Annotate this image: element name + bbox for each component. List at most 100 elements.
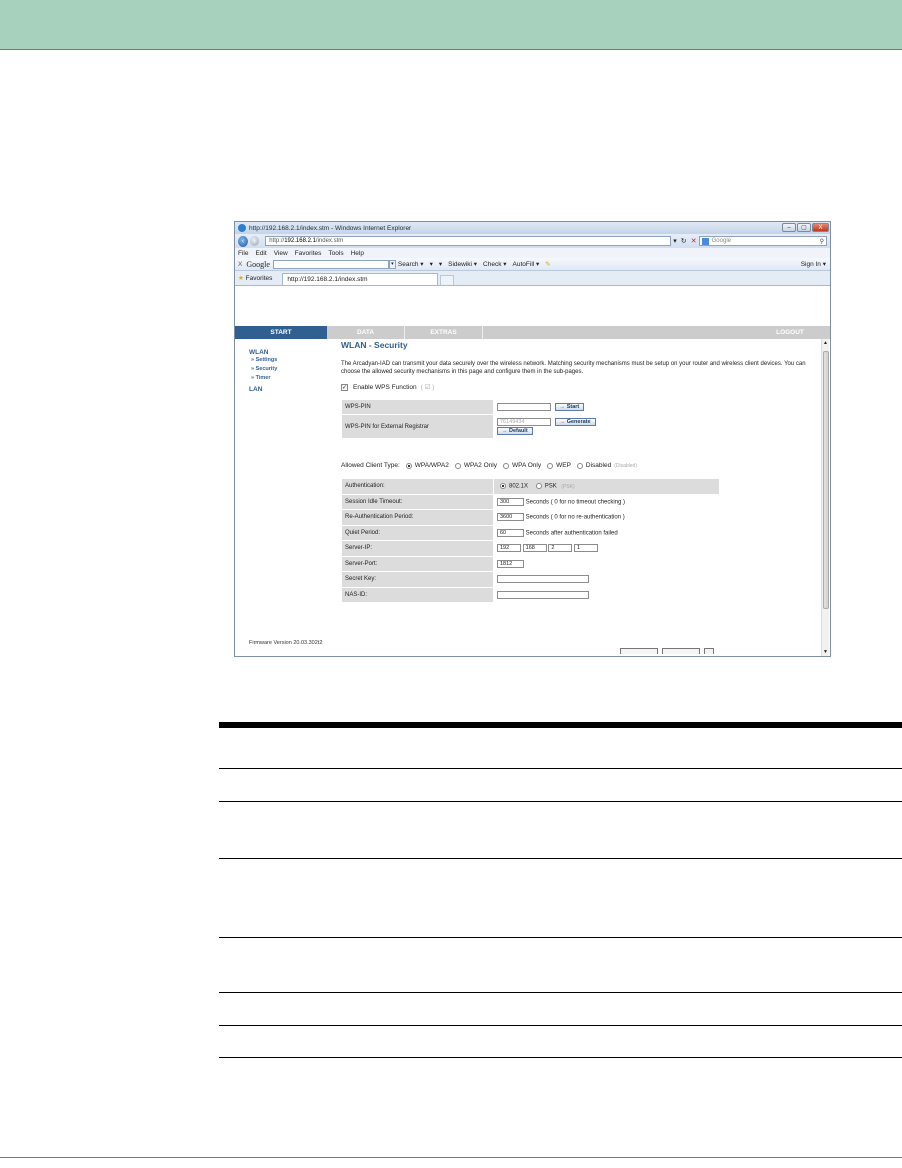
session-timeout-cell: 300 Seconds ( 0 for no timeout checking … [493,493,720,510]
wps-external-input[interactable]: 76149434 [497,418,551,426]
radio-wpa2-only[interactable] [454,462,461,469]
favorites-tab-bar: ★ Favorites http://192.168.2.1/index.stm [235,271,830,286]
table-row: Server-Port: 1812 [341,555,720,572]
browser-search-input[interactable]: Google ⚲ [698,236,827,246]
start-button[interactable]: → Start [554,403,585,411]
new-tab-button[interactable] [440,275,455,285]
magnifier-icon[interactable]: ⚲ [820,238,824,245]
address-path: /index.stm [315,238,344,244]
radio-psk[interactable] [535,482,542,489]
help-button[interactable] [704,648,714,654]
stop-icon[interactable]: ✕ [691,237,697,245]
toolbar-autofill-button[interactable]: AutoFill ▾ [513,260,540,268]
apply-button[interactable] [620,648,658,654]
browser-tab[interactable]: http://192.168.2.1/index.stm [282,273,439,285]
sign-in-button[interactable]: Sign In ▾ [801,260,826,268]
toolbar-button-3[interactable]: ▾ [439,260,442,268]
nav-data[interactable]: DATA [327,326,405,339]
toolbar-button-2[interactable]: ▾ [430,260,433,268]
window-title: http://192.168.2.1/index.stm - Windows I… [249,224,412,232]
reauth-period-input[interactable]: 3600 [497,513,524,522]
menu-view[interactable]: View [274,250,288,257]
firmware-version: Firmware Version 20.03.302t2 [249,640,323,646]
server-ip-octet-2[interactable]: 168 [522,544,547,553]
scroll-up-icon[interactable]: ▲ [823,340,828,346]
reauth-period-note: Seconds ( 0 for no re-authentication ) [525,514,625,521]
server-ip-octet-1[interactable]: 192 [497,544,521,553]
radio-wpa-wpa2[interactable] [405,462,412,469]
wps-enable-checkbox[interactable]: ✓ [341,383,348,391]
maximize-button[interactable]: ▢ [797,223,811,232]
default-button-label: Default [509,428,528,434]
menu-bar: File Edit View Favorites Tools Help [235,248,830,258]
cancel-button[interactable] [662,648,700,654]
default-button[interactable]: → Default [497,427,533,435]
wps-enable-row: ✓ Enable WPS Function ( ☑ ) [341,383,819,391]
option-wpa-wpa2: WPA/WPA2 [414,462,449,469]
google-toolbar: X Google ▾ Search ▾ ▾ ▾ Sidewiki ▾ Check… [235,258,830,271]
toolbar-close-icon[interactable]: X [238,261,242,268]
router-content: WLAN - Security The Arcadyan-IAD can tra… [341,339,819,656]
wps-external-cell: 76149434 → Generate → Default [493,414,720,439]
psk-hint: (PSK) [561,483,575,490]
sidebar-item-settings[interactable]: » Settings [251,356,332,365]
quiet-period-label: Quiet Period: [341,524,494,541]
favorites-button[interactable]: ★ Favorites [238,274,272,282]
server-ip-octet-4[interactable]: 1 [574,544,599,553]
nav-logout[interactable]: LOGOUT [750,326,830,339]
menu-favorites[interactable]: Favorites [295,250,322,257]
quiet-period-note: Seconds after authentication failed [525,530,618,537]
sidebar-lan[interactable]: LAN [249,386,332,393]
session-timeout-note: Seconds ( 0 for no timeout checking ) [525,499,626,506]
close-window-button[interactable]: X [812,223,829,232]
radio-disabled[interactable] [576,462,583,469]
quiet-period-input[interactable]: 60 [497,528,524,537]
option-wpa2-only: WPA2 Only [463,462,497,469]
wps-pin-cell: → Start [493,399,720,415]
radio-wpa-only[interactable] [502,462,509,469]
menu-file[interactable]: File [238,250,248,257]
minimize-button[interactable]: – [782,223,796,232]
router-banner [235,299,830,326]
session-timeout-input[interactable]: 300 [497,497,524,506]
sidebar-wlan[interactable]: WLAN [249,349,332,356]
page-description: The Arcadyan-IAD can transmit your data … [341,361,806,375]
scroll-thumb[interactable] [823,351,829,609]
sidebar-item-timer[interactable]: » Timer [251,374,332,383]
nav-start[interactable]: START [235,326,327,339]
option-disabled: Disabled [585,462,612,469]
toolbar-sidewiki-button[interactable]: Sidewiki ▾ [448,260,477,268]
refresh-icon[interactable]: ↻ [681,237,687,245]
toolbar-check-button[interactable]: Check ▾ [483,260,507,268]
option-8021x: 802.1X [509,483,529,490]
scroll-down-icon[interactable]: ▼ [823,649,828,655]
dropdown-arrow-icon[interactable]: ▾ [673,237,677,245]
router-page: START DATA EXTRAS LOGOUT WLAN » Settings… [235,299,830,656]
page-scrollbar[interactable]: ▲ ▼ [821,339,829,656]
server-port-input[interactable]: 1812 [497,559,524,568]
radio-8021x[interactable] [500,482,506,489]
menu-help[interactable]: Help [351,250,364,257]
router-sidebar: WLAN » Settings » Security » Timer LAN F… [239,339,332,656]
google-toolbar-input[interactable] [272,259,389,269]
forward-arrow-icon[interactable]: › [250,236,260,246]
highlighter-icon[interactable]: ✎ [545,260,550,268]
sidebar-item-security[interactable]: » Security [251,365,332,374]
nav-extras[interactable]: EXTRAS [405,326,483,339]
nas-id-input[interactable] [497,590,589,599]
generate-button[interactable]: → Generate [554,418,596,426]
google-toolbar-dropdown[interactable]: ▾ [388,259,396,269]
address-input[interactable]: http://192.168.2.1/index.stm [265,236,672,246]
wps-pin-input[interactable] [497,403,551,411]
secret-key-input[interactable] [497,575,589,584]
bottom-action-buttons [616,648,714,654]
server-ip-octet-3[interactable]: 2 [548,544,573,553]
start-button-label: Start [566,404,580,410]
radio-wep[interactable] [547,462,554,469]
menu-tools[interactable]: Tools [328,250,343,257]
menu-edit[interactable]: Edit [255,250,266,257]
reauth-period-label: Re-Authentication Period: [341,509,494,526]
back-arrow-icon[interactable]: ‹ [238,235,249,247]
toolbar-search-button[interactable]: Search ▾ [398,260,424,268]
address-tools: ▾ ↻ ✕ [671,237,698,245]
